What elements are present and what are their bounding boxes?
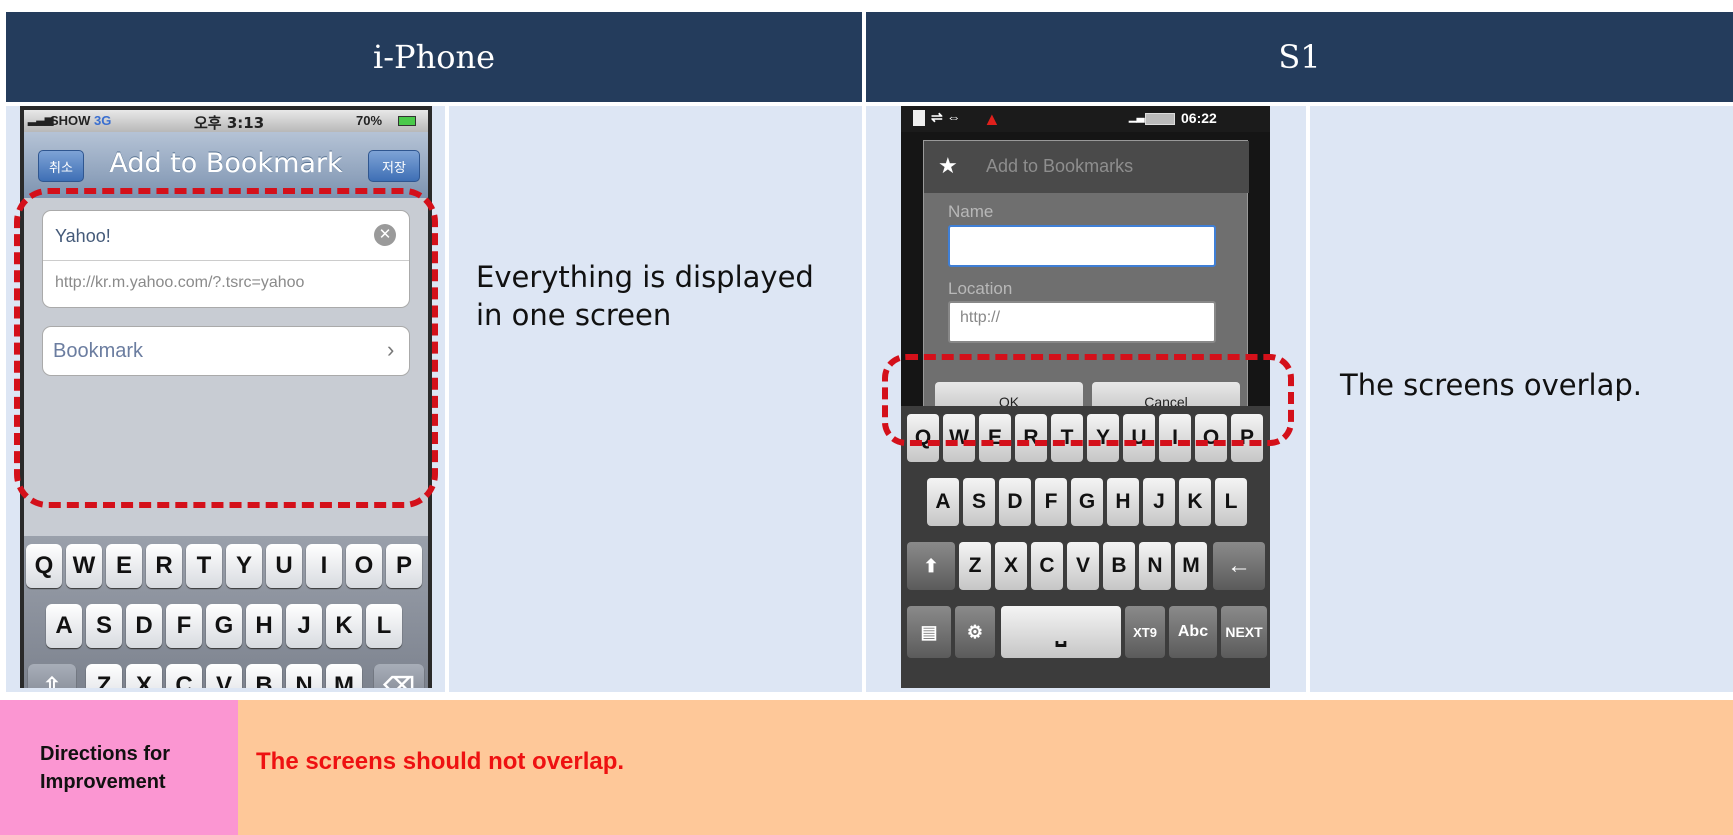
battery-icon xyxy=(1145,113,1175,125)
key-h[interactable]: H xyxy=(1107,478,1139,526)
directions-label-line-2: Improvement xyxy=(40,770,166,793)
key-f[interactable]: F xyxy=(1035,478,1067,526)
key-t[interactable]: T xyxy=(186,544,222,588)
status-time: 오후 3:13 xyxy=(194,114,265,132)
shift-key-icon[interactable]: ⇧ xyxy=(28,664,76,688)
key-m[interactable]: M xyxy=(326,664,362,688)
iphone-description: Everything is displayed in one screen xyxy=(476,258,814,334)
directions-message: The screens should not overlap. xyxy=(256,748,625,775)
warning-icon: ▲ xyxy=(983,109,1001,129)
header-s1: S1 xyxy=(866,12,1733,102)
network-label: 3G xyxy=(94,113,112,128)
key-i[interactable]: I xyxy=(306,544,342,588)
key-s[interactable]: S xyxy=(86,604,122,648)
location-label: Location xyxy=(948,279,1013,298)
s1-keyboard: Q W E R T Y U I O P A S D F G H J K L ⬆ Z X C V B N M ← ▤ ⚙ ⎵ XT9 Abc NEX… xyxy=(901,406,1270,688)
key-x[interactable]: X xyxy=(995,542,1027,590)
key-j[interactable]: J xyxy=(286,604,322,648)
highlight-iphone-form xyxy=(14,188,438,508)
xt9-key[interactable]: XT9 xyxy=(1125,606,1165,658)
key-w[interactable]: W xyxy=(66,544,102,588)
key-u[interactable]: U xyxy=(266,544,302,588)
key-o[interactable]: O xyxy=(346,544,382,588)
carrier-label: SHOW xyxy=(50,113,91,128)
sd-card-icon xyxy=(913,110,925,126)
gear-icon[interactable]: ⚙ xyxy=(955,606,995,658)
key-k[interactable]: K xyxy=(326,604,362,648)
key-q[interactable]: Q xyxy=(26,544,62,588)
cell-s1-description: The screens overlap. xyxy=(1310,106,1733,692)
star-icon: ★ xyxy=(938,153,958,178)
dialog-title-bar: ★ Add to Bookmarks xyxy=(924,141,1249,193)
cell-iphone-description: Everything is displayed in one screen xyxy=(449,106,862,692)
directions-label-line-1: Directions for xyxy=(40,742,171,765)
key-a[interactable]: A xyxy=(927,478,959,526)
key-k[interactable]: K xyxy=(1179,478,1211,526)
key-n[interactable]: N xyxy=(1139,542,1171,590)
directions-panel: The screens should not overlap. xyxy=(238,700,1733,835)
backspace-key-icon[interactable]: ⌫ xyxy=(374,664,424,688)
header-iphone: i-Phone xyxy=(6,12,862,102)
signal-icon: ▁▃ xyxy=(1129,112,1145,123)
key-h[interactable]: H xyxy=(246,604,282,648)
key-g[interactable]: G xyxy=(206,604,242,648)
key-n[interactable]: N xyxy=(286,664,322,688)
iphone-description-line-1: Everything is displayed xyxy=(476,260,814,294)
iphone-description-line-2: in one screen xyxy=(476,298,672,332)
backspace-key-icon[interactable]: ← xyxy=(1213,542,1265,590)
dialog-title: Add to Bookmarks xyxy=(986,156,1134,176)
key-j[interactable]: J xyxy=(1143,478,1175,526)
key-b[interactable]: B xyxy=(1103,542,1135,590)
key-m[interactable]: M xyxy=(1175,542,1207,590)
key-l[interactable]: L xyxy=(1215,478,1247,526)
key-x[interactable]: X xyxy=(126,664,162,688)
key-b[interactable]: B xyxy=(246,664,282,688)
directions-label: Directions for Improvement xyxy=(0,700,238,835)
key-z[interactable]: Z xyxy=(959,542,991,590)
key-d[interactable]: D xyxy=(999,478,1031,526)
cancel-button[interactable]: 취소 xyxy=(38,150,84,182)
key-p[interactable]: P xyxy=(386,544,422,588)
iphone-keyboard: QWERTYUIOPASDFGHJKL⇧ZXCVBNM⌫123◎spaceDon… xyxy=(24,536,428,688)
key-d[interactable]: D xyxy=(126,604,162,648)
s1-description: The screens overlap. xyxy=(1340,368,1643,402)
next-key[interactable]: NEXT xyxy=(1221,606,1267,658)
key-z[interactable]: Z xyxy=(86,664,122,688)
battery-icon xyxy=(398,116,416,126)
shift-key-icon[interactable]: ⬆ xyxy=(907,542,955,590)
highlight-s1-overlap xyxy=(882,354,1294,446)
key-v[interactable]: V xyxy=(206,664,242,688)
key-f[interactable]: F xyxy=(166,604,202,648)
key-e[interactable]: E xyxy=(106,544,142,588)
usb-icon: ⇌ ⇔ xyxy=(931,109,961,125)
iphone-status-bar: ▂▃▅ SHOW 3G 오후 3:13 70% xyxy=(24,110,428,132)
key-a[interactable]: A xyxy=(46,604,82,648)
key-v[interactable]: V xyxy=(1067,542,1099,590)
space-key[interactable]: ⎵ xyxy=(1001,606,1121,658)
key-s[interactable]: S xyxy=(963,478,995,526)
key-l[interactable]: L xyxy=(366,604,402,648)
s1-status-bar: ⇌ ⇔ ▲ ▁▃ 06:22 xyxy=(901,106,1270,132)
abc-key[interactable]: Abc xyxy=(1169,606,1217,658)
name-label: Name xyxy=(948,202,994,221)
save-button[interactable]: 저장 xyxy=(368,150,420,182)
location-input[interactable]: http:// xyxy=(948,301,1216,343)
keyboard-settings-icon[interactable]: ▤ xyxy=(907,606,951,658)
name-input[interactable] xyxy=(948,225,1216,267)
key-c[interactable]: C xyxy=(166,664,202,688)
key-r[interactable]: R xyxy=(146,544,182,588)
key-y[interactable]: Y xyxy=(226,544,262,588)
key-c[interactable]: C xyxy=(1031,542,1063,590)
battery-percent: 70% xyxy=(356,113,383,128)
s1-status-time: 06:22 xyxy=(1181,110,1217,126)
key-g[interactable]: G xyxy=(1071,478,1103,526)
